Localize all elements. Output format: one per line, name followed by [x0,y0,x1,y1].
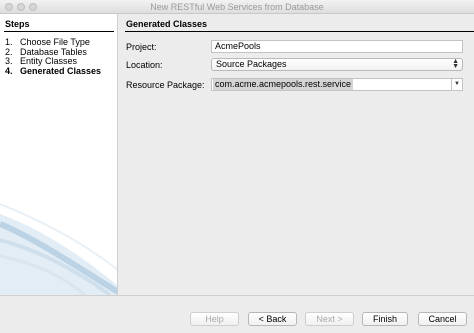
minimize-window-button[interactable] [17,3,25,11]
wizard-window: New RESTful Web Services from Database S… [0,0,474,333]
resource-package-combo[interactable]: com.acme.acmepools.rest.service ▼ [211,78,463,91]
help-button[interactable]: Help [190,312,239,326]
wizard-swoosh-graphic [0,203,117,295]
location-label: Location: [126,60,163,70]
panel-title: Generated Classes [126,19,208,29]
content-panel: Generated Classes Project: AcmePools Loc… [118,14,474,295]
step-label: Generated Classes [20,65,102,76]
steps-panel: Steps 1. Choose File Type 2. Database Tabl… [0,14,118,295]
window-title: New RESTful Web Services from Database [150,2,324,12]
back-button[interactable]: < Back [248,312,297,326]
step-number: 4. [5,65,13,76]
chevron-down-icon[interactable]: ▼ [451,79,462,90]
zoom-window-button[interactable] [29,3,37,11]
steps-divider [4,31,114,32]
resource-package-value[interactable]: com.acme.acmepools.rest.service [213,79,354,90]
button-bar: Help < Back Next > Finish Cancel [0,296,474,333]
step-label: Entity Classes [20,56,78,66]
project-field[interactable]: AcmePools [211,40,463,53]
title-bar: New RESTful Web Services from Database [0,0,474,14]
step-label: Choose File Type [20,37,90,47]
resource-package-label: Resource Package: [126,80,205,90]
location-select[interactable]: Source Packages ▲ ▼ [211,58,463,71]
close-window-button[interactable] [5,3,13,11]
finish-button[interactable]: Finish [362,312,408,326]
location-value: Source Packages [216,59,287,69]
up-down-arrows-icon: ▲ ▼ [452,58,459,70]
project-label: Project: [126,42,157,52]
steps-list: 1. Choose File Type 2. Database Tables 3. E… [5,37,102,77]
next-button[interactable]: Next > [305,312,354,326]
step-item-generated-classes: 4. Generated Classes [5,65,102,77]
step-label: Database Tables [20,46,87,57]
steps-heading: Steps [5,19,30,29]
panel-divider [125,31,474,32]
cancel-button[interactable]: Cancel [418,312,467,326]
